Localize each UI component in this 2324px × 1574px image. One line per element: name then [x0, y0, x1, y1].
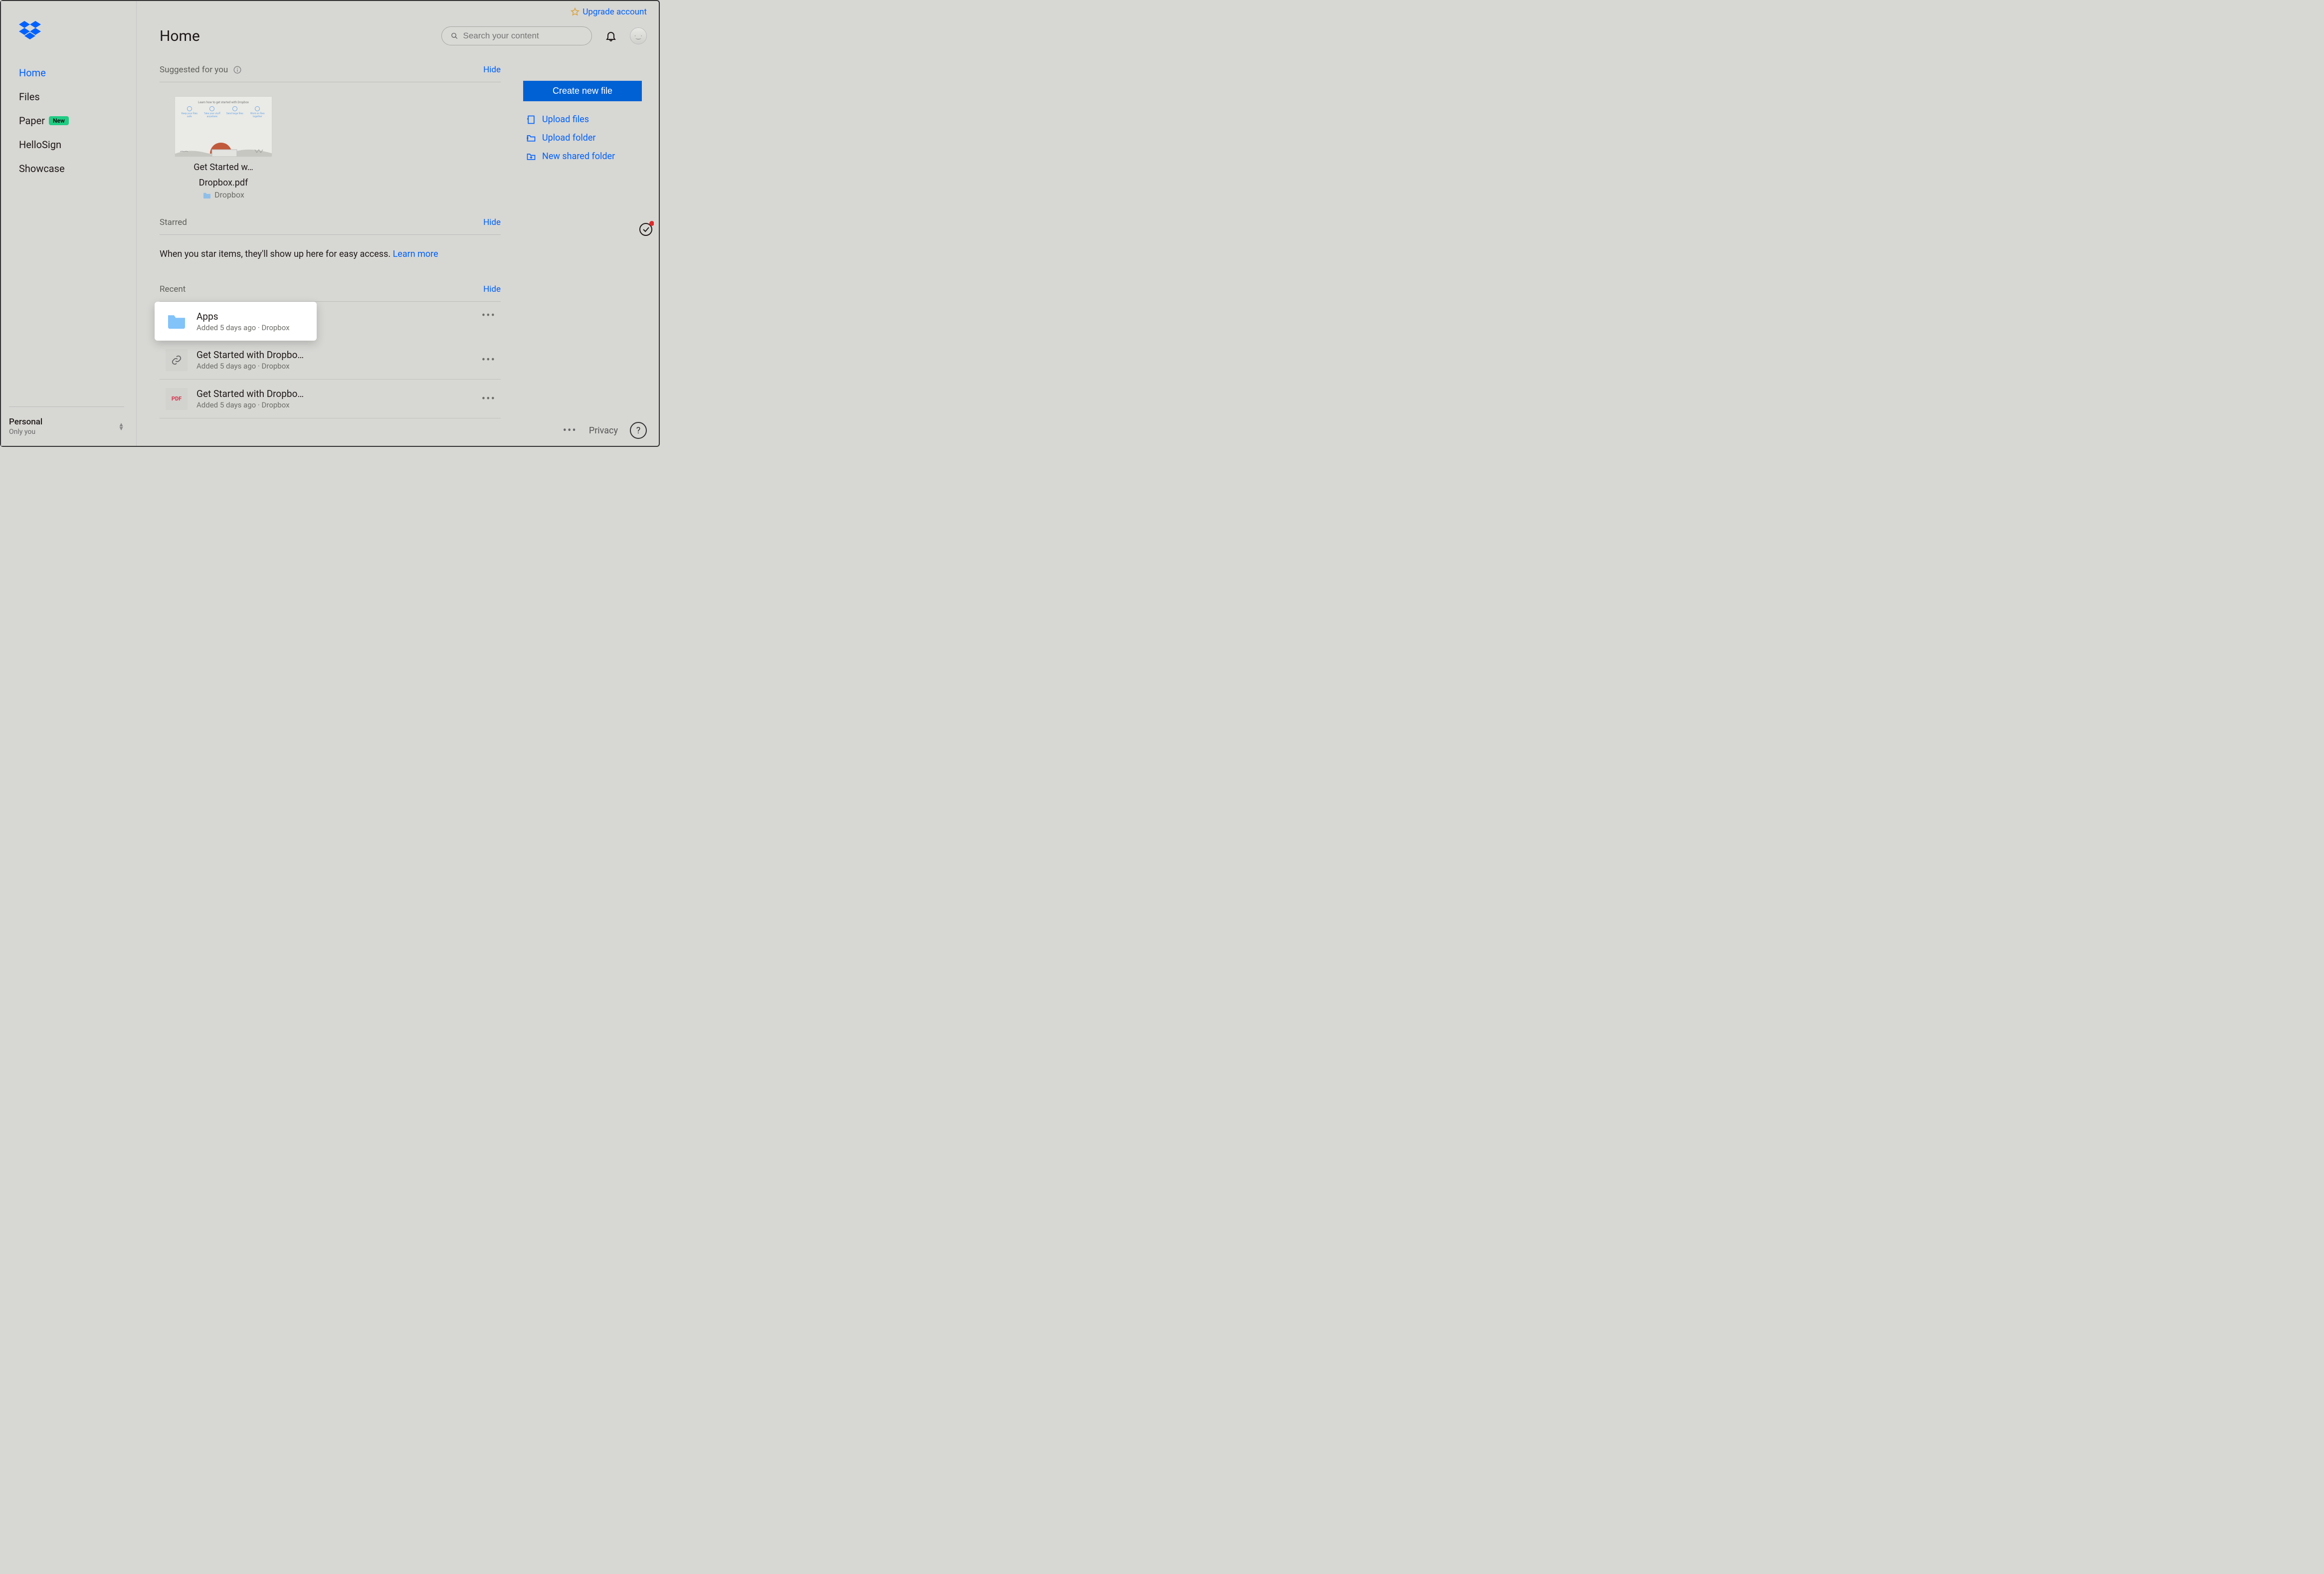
- more-icon[interactable]: •••: [482, 354, 496, 366]
- sidebar-item-paper[interactable]: Paper New: [19, 109, 136, 133]
- upgrade-account-link[interactable]: Upgrade account: [571, 7, 647, 17]
- section-recent-head: Recent Hide: [160, 280, 501, 302]
- new-shared-folder-link[interactable]: New shared folder: [523, 147, 642, 166]
- sidebar-account-switcher[interactable]: Personal Only you ▲▼: [9, 406, 124, 436]
- sidebar-item-showcase[interactable]: Showcase: [19, 157, 136, 181]
- recent-name: Apps: [196, 311, 290, 322]
- search-input-wrap[interactable]: [441, 26, 592, 45]
- upload-files-link[interactable]: Upload files: [523, 110, 642, 129]
- recent-item[interactable]: Get Started with Dropbo… Added 5 days ag…: [160, 341, 501, 380]
- section-label: Starred: [160, 217, 187, 227]
- privacy-link[interactable]: Privacy: [589, 425, 618, 436]
- bell-icon[interactable]: [605, 30, 617, 42]
- sync-status-icon[interactable]: [638, 220, 654, 236]
- suggested-file-name: Get Started w…: [175, 162, 272, 173]
- file-thumbnail: Learn how to get started with Dropbox Ke…: [175, 96, 272, 157]
- recent-meta: Added 5 days ago · Dropbox: [196, 323, 290, 332]
- sidebar-item-home[interactable]: Home: [19, 61, 136, 85]
- new-badge: New: [49, 116, 69, 125]
- section-label: Recent: [160, 284, 186, 294]
- folder-icon: [202, 192, 211, 198]
- hide-suggested[interactable]: Hide: [483, 65, 501, 75]
- sidebar-item-label: Paper: [19, 115, 45, 127]
- chevron-updown-icon: ▲▼: [118, 422, 124, 430]
- recent-name: Get Started with Dropbo…: [196, 388, 304, 399]
- section-suggested-head: Suggested for you Hide: [160, 61, 501, 82]
- recent-name: Get Started with Dropbo…: [196, 349, 304, 361]
- more-icon[interactable]: •••: [482, 310, 496, 322]
- help-icon[interactable]: ?: [630, 422, 647, 439]
- shared-folder-icon: [526, 152, 536, 162]
- learn-more-link[interactable]: Learn more: [393, 249, 438, 259]
- sidebar-item-files[interactable]: Files: [19, 85, 136, 109]
- starred-empty-msg: When you star items, they'll show up her…: [160, 235, 501, 280]
- upload-folder-icon: [526, 133, 536, 143]
- pdf-icon: PDF: [166, 388, 188, 410]
- header: Home ·‿·: [160, 23, 647, 49]
- main: Suggested for you Hide Learn how to get …: [160, 61, 501, 418]
- hide-recent[interactable]: Hide: [483, 284, 501, 294]
- suggested-file-name2: Dropbox.pdf: [175, 178, 272, 188]
- dropbox-logo[interactable]: [19, 21, 136, 40]
- sidebar-item-label: HelloSign: [19, 139, 61, 151]
- upload-folder-link[interactable]: Upload folder: [523, 129, 642, 147]
- section-starred-head: Starred Hide: [160, 213, 501, 235]
- suggested-card[interactable]: Learn how to get started with Dropbox Ke…: [175, 96, 272, 199]
- create-new-file-button[interactable]: Create new file: [523, 81, 642, 101]
- page-title: Home: [160, 27, 200, 45]
- upload-file-icon: [526, 115, 536, 125]
- more-icon[interactable]: •••: [482, 393, 496, 405]
- search-icon: [451, 32, 458, 40]
- sidebar: Home Files Paper New HelloSign Showcase …: [1, 1, 137, 446]
- folder-icon: [166, 310, 188, 332]
- more-icon[interactable]: •••: [563, 424, 577, 437]
- sidebar-item-label: Showcase: [19, 163, 65, 175]
- recent-meta: Added 5 days ago · Dropbox: [196, 362, 304, 371]
- actions-panel: Create new file Upload files Upload fold…: [523, 81, 642, 166]
- topbar: Upgrade account: [571, 7, 647, 17]
- account-sub: Only you: [9, 428, 42, 436]
- sidebar-item-label: Files: [19, 91, 40, 103]
- account-label: Personal: [9, 417, 42, 427]
- star-icon: [571, 7, 580, 16]
- sidebar-item-hellosign[interactable]: HelloSign: [19, 133, 136, 157]
- suggested-file-loc: Dropbox: [175, 190, 272, 199]
- illustration-icon: [175, 139, 272, 157]
- recent-item[interactable]: PDF Get Started with Dropbo… Added 5 day…: [160, 380, 501, 418]
- link-icon: [166, 349, 188, 371]
- recent-meta: Added 5 days ago · Dropbox: [196, 400, 304, 409]
- avatar[interactable]: ·‿·: [630, 27, 647, 44]
- footer-bar: ••• Privacy ?: [563, 422, 647, 439]
- hide-starred[interactable]: Hide: [483, 217, 501, 227]
- recent-item[interactable]: Apps Added 5 days ago · Dropbox: [155, 302, 317, 341]
- search-input[interactable]: [463, 31, 582, 41]
- sidebar-item-label: Home: [19, 67, 46, 79]
- upgrade-label: Upgrade account: [582, 7, 647, 17]
- info-icon[interactable]: [233, 65, 242, 74]
- section-label: Suggested for you: [160, 65, 228, 75]
